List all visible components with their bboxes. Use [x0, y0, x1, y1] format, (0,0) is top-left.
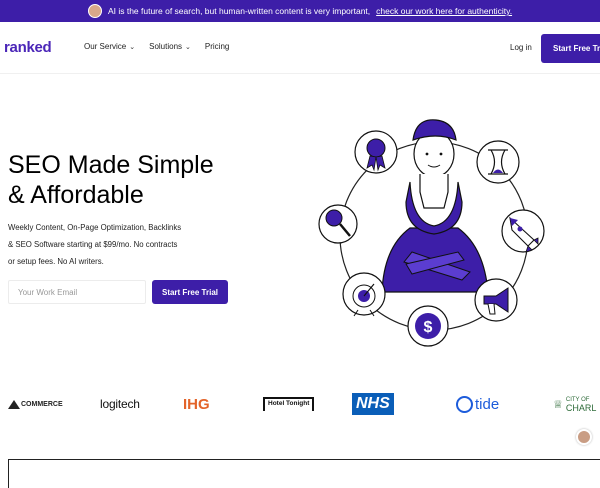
nhs-logo: NHS — [352, 384, 394, 424]
nhs-label: NHS — [352, 393, 394, 415]
dollar-icon: $ — [407, 305, 449, 347]
logitech-logo: logitech — [100, 397, 140, 411]
city-big-label: CHARL — [565, 403, 597, 413]
menu-our-service[interactable]: Our Service ⌄ — [84, 42, 135, 51]
city-charlotte-logo: ♕ CITY OF CHARL — [553, 384, 596, 424]
rocket-icon — [501, 209, 545, 253]
tide-logo: tide — [456, 384, 499, 424]
bigcommerce-logo: COMMERCE — [8, 384, 63, 424]
hero-title-line-2: & Affordable — [8, 181, 144, 209]
tide-label: tide — [475, 395, 500, 413]
menu-pricing-label: Pricing — [204, 42, 230, 51]
bigcommerce-label: COMMERCE — [21, 400, 63, 408]
tide-ring-icon — [456, 395, 473, 413]
banner-avatar — [87, 4, 102, 18]
banner-text: AI is the future of search, but human-wr… — [107, 6, 371, 16]
announcement-banner: AI is the future of search, but human-wr… — [0, 0, 600, 22]
person-illustration — [381, 119, 489, 293]
hero-description-line-2: & SEO Software starting at $99/mo. No co… — [8, 240, 178, 249]
hero-description: Weekly Content, On-Page Optimization, Ba… — [8, 219, 218, 270]
chat-avatar-button[interactable] — [576, 429, 592, 445]
hero-description-line-1: Weekly Content, On-Page Optimization, Ba… — [8, 223, 182, 232]
content-frame — [8, 459, 600, 488]
client-logos: COMMERCE logitech IHG Hotel Tonight NHS … — [0, 384, 600, 424]
menu-solutions-label: Solutions — [149, 42, 183, 51]
start-free-trial-nav-button[interactable]: Start Free Trial — [541, 34, 600, 63]
target-icon — [342, 272, 386, 317]
bigcommerce-mark-icon — [8, 399, 20, 409]
megaphone-icon — [474, 278, 518, 322]
dollar-symbol: $ — [424, 319, 433, 336]
login-link[interactable]: Log in — [510, 43, 532, 52]
hero-title-line-1: SEO Made Simple — [8, 151, 214, 179]
main-menu: Our Service ⌄ Solutions ⌄ Pricing — [84, 42, 229, 51]
hoteltonight-label: Hotel Tonight — [263, 397, 315, 411]
top-navigation: ranked Our Service ⌄ Solutions ⌄ Pricing… — [0, 22, 600, 74]
banner-link[interactable]: check our work here for authenticity. — [376, 6, 512, 16]
award-icon — [354, 130, 398, 174]
hero-title: SEO Made Simple & Affordable — [8, 150, 214, 210]
hero-illustration: $ — [318, 119, 545, 347]
menu-solutions[interactable]: Solutions ⌄ — [149, 42, 191, 51]
ranked-logo[interactable]: ranked — [4, 39, 52, 56]
chevron-down-icon: ⌄ — [129, 43, 136, 51]
menu-pricing[interactable]: Pricing — [205, 42, 229, 51]
chevron-down-icon: ⌄ — [185, 43, 191, 51]
city-label: CITY OF CHARL — [565, 396, 597, 413]
work-email-input[interactable] — [8, 280, 146, 304]
menu-our-service-label: Our Service — [84, 42, 127, 51]
hero-description-line-3: or setup fees. No AI writers. — [8, 257, 104, 266]
city-crown-icon: ♕ — [553, 398, 563, 411]
hoteltonight-logo: Hotel Tonight — [263, 384, 315, 424]
ihg-logo: IHG — [183, 395, 210, 413]
magnifier-icon — [318, 204, 358, 244]
hourglass-icon — [476, 140, 520, 184]
start-free-trial-hero-button[interactable]: Start Free Trial — [152, 280, 228, 304]
